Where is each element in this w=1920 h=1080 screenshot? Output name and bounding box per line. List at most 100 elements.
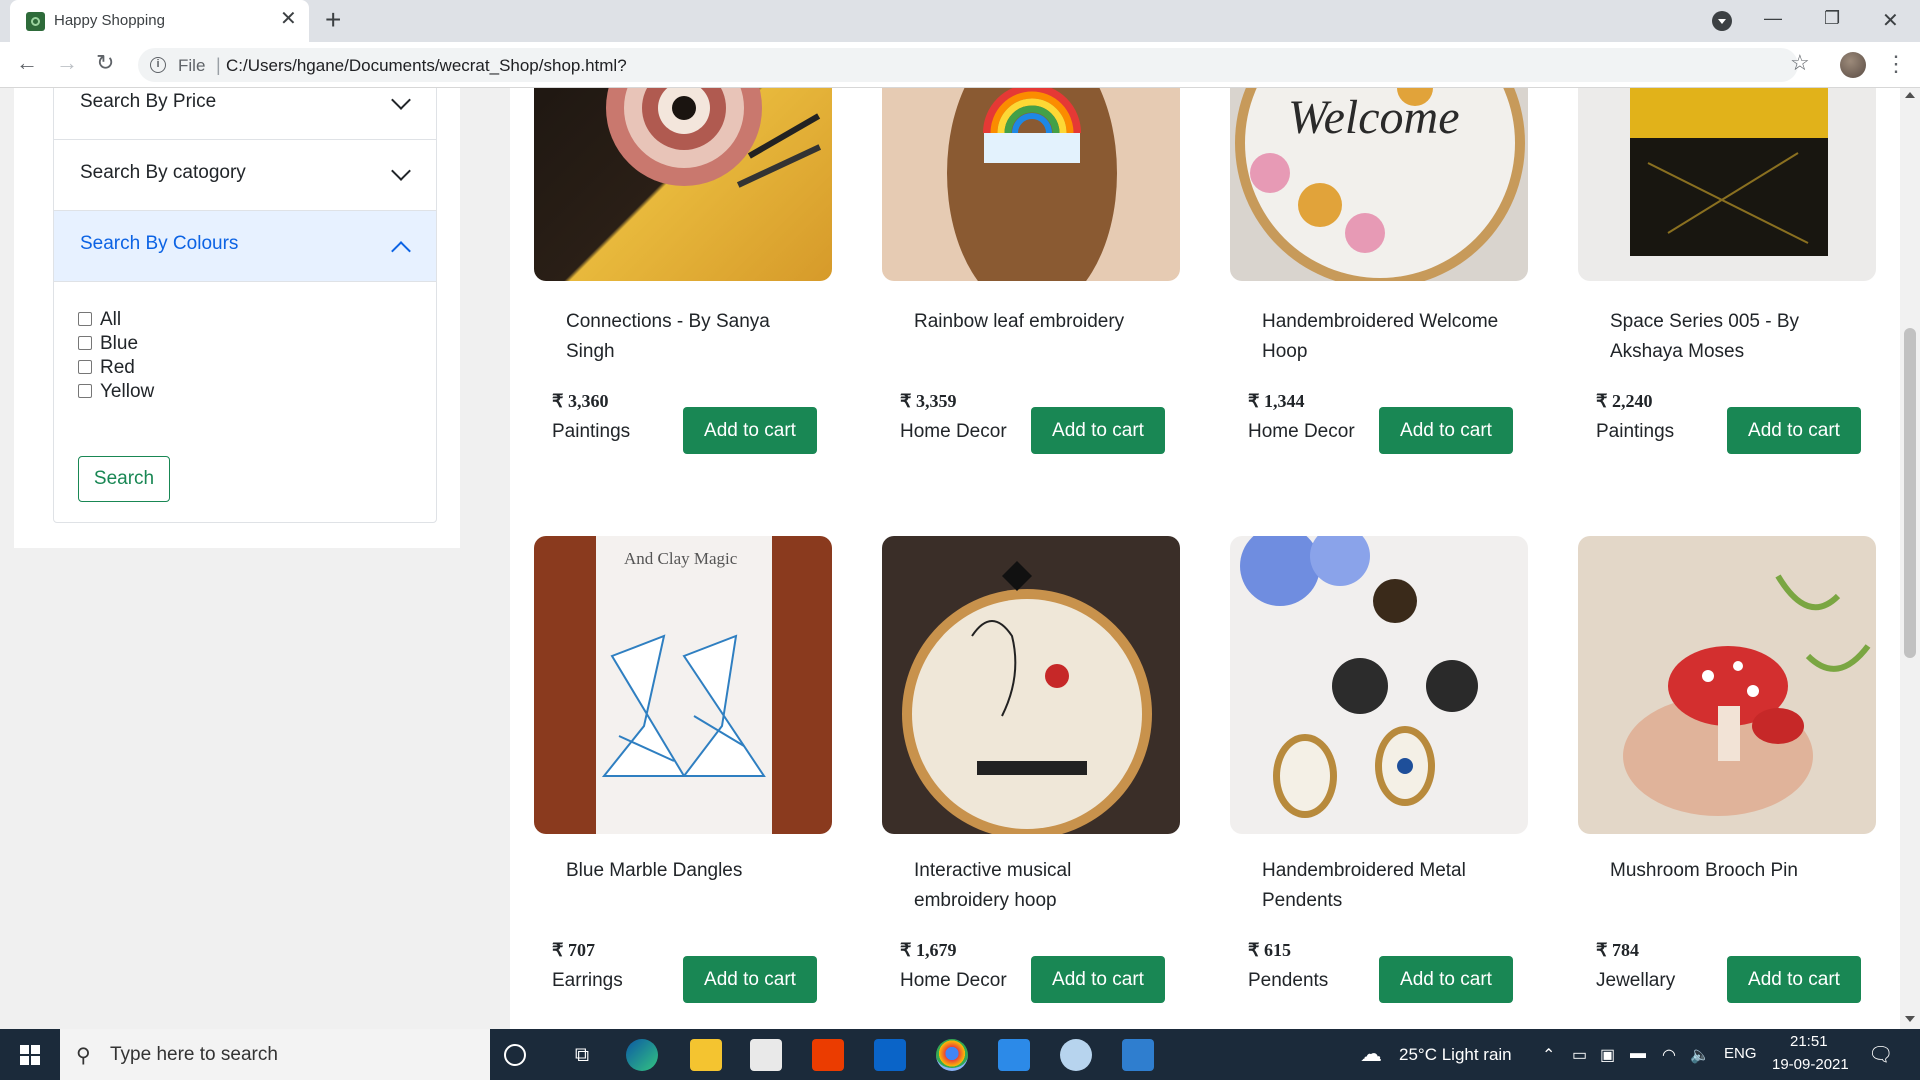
rainbow-leaf-image bbox=[947, 88, 1117, 281]
paint-icon[interactable] bbox=[1060, 1039, 1092, 1071]
weather-cloud-icon: ☁ bbox=[1360, 1041, 1382, 1066]
filter-category-header[interactable]: Search By catogory bbox=[54, 140, 436, 211]
product-image[interactable]: Welcome bbox=[1230, 88, 1528, 281]
checkbox-label: Yellow bbox=[100, 381, 155, 402]
blue-marble-earrings-image: And Clay Magic bbox=[596, 536, 772, 834]
vscode-icon[interactable] bbox=[998, 1039, 1030, 1071]
url-scheme: File bbox=[178, 56, 206, 75]
browser-menu-icon[interactable]: ⋮ bbox=[1885, 51, 1907, 77]
clock-time[interactable]: 21:51 bbox=[1790, 1033, 1828, 1050]
add-to-cart-button[interactable]: Add to cart bbox=[1379, 407, 1513, 454]
clock-date[interactable]: 19-09-2021 bbox=[1772, 1056, 1849, 1073]
photos-icon[interactable] bbox=[1122, 1039, 1154, 1071]
file-explorer-icon[interactable] bbox=[690, 1039, 722, 1071]
product-category: Home Decor bbox=[900, 421, 1007, 442]
page-scrollbar[interactable] bbox=[1900, 88, 1920, 1029]
add-to-cart-button[interactable]: Add to cart bbox=[683, 956, 817, 1003]
product-image[interactable] bbox=[1230, 536, 1528, 834]
windows-start-icon[interactable] bbox=[20, 1045, 40, 1065]
product-image[interactable]: And Clay Magic bbox=[534, 536, 832, 834]
space-series-painting-image bbox=[1630, 88, 1828, 256]
product-name: Interactive musical embroidery hoop bbox=[914, 860, 1072, 911]
scroll-thumb[interactable] bbox=[1904, 328, 1916, 658]
site-favicon-icon bbox=[26, 12, 45, 31]
add-to-cart-button[interactable]: Add to cart bbox=[683, 407, 817, 454]
forward-icon[interactable]: → bbox=[56, 50, 78, 76]
camera-icon[interactable]: ▣ bbox=[1600, 1045, 1615, 1065]
chevron-up-icon[interactable]: ⌃ bbox=[1542, 1045, 1555, 1065]
filter-accordion: Search By Price Search By catogory Searc… bbox=[53, 88, 437, 523]
chevron-down-icon bbox=[391, 90, 411, 110]
checkbox-label: All bbox=[100, 309, 122, 330]
task-view-icon[interactable]: ⧉ bbox=[566, 1039, 598, 1071]
wifi-icon[interactable]: ◠ bbox=[1662, 1045, 1676, 1065]
battery-icon[interactable]: ▬ bbox=[1630, 1045, 1646, 1063]
meet-now-icon[interactable]: ▭ bbox=[1572, 1045, 1587, 1065]
add-to-cart-button[interactable]: Add to cart bbox=[1031, 956, 1165, 1003]
product-image[interactable] bbox=[882, 88, 1180, 281]
checkbox-yellow[interactable] bbox=[78, 384, 92, 398]
volume-icon[interactable]: 🔈 bbox=[1690, 1045, 1710, 1065]
language-indicator[interactable]: ENG bbox=[1724, 1045, 1757, 1062]
product-name: Handembroidered Metal Pendents bbox=[1262, 860, 1466, 911]
product-price: ₹ 707 bbox=[552, 940, 595, 960]
product-name: Handembroidered Welcome Hoop bbox=[1262, 311, 1499, 362]
browser-tab-bar: Happy Shopping ✕ + — ❐ ✕ bbox=[0, 0, 1920, 42]
maximize-icon[interactable]: ❐ bbox=[1824, 8, 1840, 29]
product-name: Blue Marble Dangles bbox=[566, 860, 743, 881]
add-to-cart-button[interactable]: Add to cart bbox=[1031, 407, 1165, 454]
profile-avatar[interactable] bbox=[1840, 52, 1866, 78]
add-to-cart-button[interactable]: Add to cart bbox=[1379, 956, 1513, 1003]
scroll-down-icon[interactable] bbox=[1905, 1016, 1915, 1022]
reload-icon[interactable]: ↻ bbox=[96, 50, 114, 76]
product-price: ₹ 615 bbox=[1248, 940, 1291, 960]
edge-icon[interactable] bbox=[626, 1039, 658, 1071]
scroll-up-icon[interactable] bbox=[1905, 92, 1915, 98]
checkbox-red[interactable] bbox=[78, 360, 92, 374]
checkbox-all[interactable] bbox=[78, 312, 92, 326]
office-icon[interactable] bbox=[812, 1039, 844, 1071]
windows-taskbar: ⚲ Type here to search ⧉ ☁ 25°C Light rai… bbox=[0, 1029, 1920, 1080]
product-price: ₹ 1,679 bbox=[900, 940, 957, 960]
browser-toolbar: ← → ↻ i File | C:/Users/hgane/Documents/… bbox=[0, 42, 1920, 88]
product-category: Pendents bbox=[1248, 970, 1329, 991]
product-image[interactable] bbox=[882, 536, 1180, 834]
product-image[interactable] bbox=[1578, 536, 1876, 834]
product-category: Paintings bbox=[1596, 421, 1675, 442]
add-to-cart-button[interactable]: Add to cart bbox=[1727, 956, 1861, 1003]
tab-search-icon[interactable] bbox=[1712, 11, 1732, 31]
chevron-up-icon bbox=[391, 241, 411, 261]
site-info-icon[interactable]: i bbox=[150, 57, 166, 73]
search-button[interactable]: Search bbox=[78, 456, 170, 502]
checkbox-blue[interactable] bbox=[78, 336, 92, 350]
notifications-icon[interactable]: 🗨 bbox=[1868, 1042, 1893, 1067]
url-separator: | bbox=[216, 55, 221, 75]
welcome-hoop-image: Welcome bbox=[1235, 88, 1525, 281]
product-name: Connections - By Sanya Singh bbox=[566, 311, 770, 362]
mandala-painting-image bbox=[606, 88, 822, 188]
address-bar[interactable]: i File | C:/Users/hgane/Documents/wecrat… bbox=[138, 48, 1798, 82]
add-to-cart-button[interactable]: Add to cart bbox=[1727, 407, 1861, 454]
store-icon[interactable] bbox=[750, 1039, 782, 1071]
tab-close-icon[interactable]: ✕ bbox=[280, 9, 297, 29]
taskbar-search-box[interactable]: ⚲ Type here to search bbox=[60, 1029, 490, 1080]
chrome-icon[interactable] bbox=[936, 1039, 968, 1071]
bookmark-star-icon[interactable]: ☆ bbox=[1790, 50, 1810, 76]
minimize-icon[interactable]: — bbox=[1764, 8, 1782, 29]
product-image[interactable] bbox=[534, 88, 832, 281]
product-grid: Connections - By Sanya Singh ₹ 3,360 Pai… bbox=[510, 88, 1900, 1029]
close-window-icon[interactable]: ✕ bbox=[1882, 8, 1899, 33]
weather-text[interactable]: 25°C Light rain bbox=[1399, 1045, 1512, 1065]
cortana-icon[interactable] bbox=[504, 1044, 526, 1066]
back-icon[interactable]: ← bbox=[16, 50, 38, 76]
new-tab-button[interactable]: + bbox=[325, 6, 341, 34]
taskbar-search-placeholder: Type here to search bbox=[110, 1044, 278, 1065]
filter-category-label: Search By catogory bbox=[80, 162, 246, 183]
product-image[interactable] bbox=[1578, 88, 1876, 281]
browser-tab[interactable]: Happy Shopping ✕ bbox=[10, 0, 309, 42]
filter-colours-header[interactable]: Search By Colours bbox=[54, 211, 436, 282]
filter-price-header[interactable]: Search By Price bbox=[54, 88, 436, 140]
product-name: Space Series 005 - By Akshaya Moses bbox=[1610, 311, 1800, 362]
mail-icon[interactable] bbox=[874, 1039, 906, 1071]
url-text[interactable]: C:/Users/hgane/Documents/wecrat_Shop/sho… bbox=[226, 56, 627, 76]
